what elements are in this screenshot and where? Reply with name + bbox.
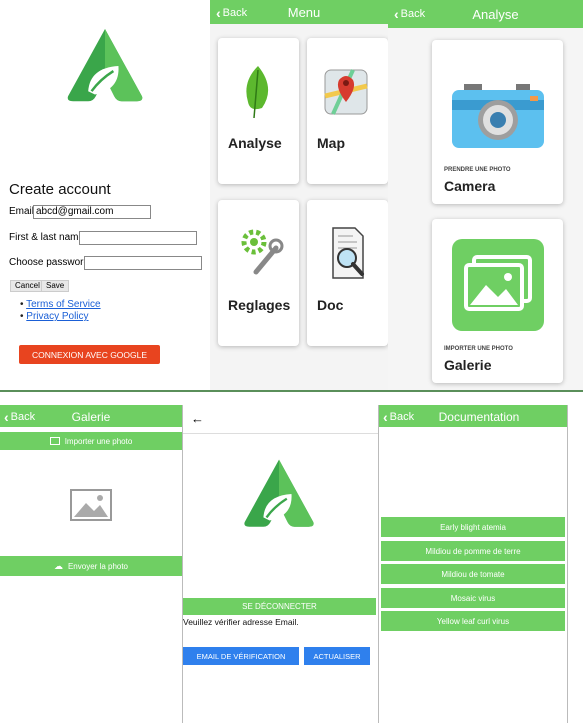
menu-screen: ‹ Back Menu Analyse Map Reglages Doc xyxy=(210,0,388,390)
page-title: Menu xyxy=(287,5,321,20)
tile-label: Map xyxy=(317,135,345,151)
name-label: First & last name xyxy=(9,232,85,243)
divider xyxy=(567,405,568,723)
logout-button[interactable]: SE DÉCONNECTER xyxy=(183,598,376,615)
menu-tile-doc[interactable]: Doc xyxy=(307,200,388,346)
send-photo-button[interactable]: ☁ Envoyer la photo xyxy=(0,556,182,576)
tile-label: Analyse xyxy=(228,135,282,151)
galerie-header: ‹ Back Galerie xyxy=(0,405,182,427)
send-label: Envoyer la photo xyxy=(67,561,129,571)
list-item[interactable]: Yellow leaf curl virus xyxy=(381,611,565,631)
page-title: Analyse xyxy=(472,7,519,22)
cancel-button[interactable]: Cancel xyxy=(10,280,45,292)
menu-header: ‹ Back Menu xyxy=(210,0,388,24)
card-label: Galerie xyxy=(444,357,492,373)
name-field[interactable] xyxy=(79,231,197,245)
verify-screen: ← SE DÉCONNECTER Veuillez vérifier adres… xyxy=(183,405,378,723)
list-item[interactable]: Mildiou de tomate xyxy=(381,564,565,584)
terms-link[interactable]: Terms of Service xyxy=(26,299,100,310)
app-logo-icon xyxy=(233,455,325,533)
menu-tile-analyse[interactable]: Analyse xyxy=(218,38,299,184)
camera-card[interactable]: PRENDRE UNE PHOTO Camera xyxy=(432,40,563,204)
tile-label: Reglages xyxy=(228,297,291,313)
analyse-screen: ‹ Back Analyse PRENDRE UNE PHOTO Camera … xyxy=(388,0,583,390)
list-item: • Terms of Service xyxy=(20,299,101,310)
card-label: Camera xyxy=(444,178,496,194)
cloud-upload-icon: ☁ xyxy=(53,560,63,571)
documentation-screen: ‹ Back Documentation Early blight atemia… xyxy=(379,405,567,723)
privacy-link[interactable]: Privacy Policy xyxy=(26,311,88,322)
map-pin-icon xyxy=(324,69,368,115)
send-verification-button[interactable]: EMAIL DE VÉRIFICATION xyxy=(183,647,299,665)
galerie-screen: ‹ Back Galerie Importer une photo ☁ Envo… xyxy=(0,405,182,723)
documentation-header: ‹ Back Documentation xyxy=(379,405,567,427)
tile-label: Doc xyxy=(317,297,344,313)
page-title: Galerie xyxy=(71,410,111,424)
save-button[interactable]: Save xyxy=(41,280,70,292)
arrow-left-icon[interactable]: ← xyxy=(191,411,204,426)
image-placeholder-icon xyxy=(70,489,112,521)
app-logo-icon xyxy=(55,24,155,108)
leaf-icon xyxy=(246,66,269,119)
email-label: Email xyxy=(9,206,35,217)
galerie-card[interactable]: IMPORTER UNE PHOTO Galerie xyxy=(432,219,563,383)
import-label: Importer une photo xyxy=(64,436,133,446)
list-item[interactable]: Mildiou de pomme de terre xyxy=(381,541,565,561)
top-bar: ← xyxy=(183,405,378,434)
image-icon xyxy=(49,437,60,445)
import-photo-button[interactable]: Importer une photo xyxy=(0,432,182,450)
camera-icon xyxy=(452,84,544,148)
list-item[interactable]: Early blight atemia xyxy=(381,517,565,537)
refresh-button[interactable]: ACTUALISER xyxy=(304,647,370,665)
signup-title: Create account xyxy=(9,181,111,198)
divider xyxy=(0,390,583,392)
password-field[interactable] xyxy=(84,256,202,270)
settings-wrench-icon xyxy=(241,229,284,275)
document-magnifier-icon xyxy=(332,227,364,279)
list-item: • Privacy Policy xyxy=(20,311,89,322)
page-title: Documentation xyxy=(438,410,520,424)
menu-tile-reglages[interactable]: Reglages xyxy=(218,200,299,346)
email-field[interactable]: abcd@gmail.com xyxy=(33,205,151,219)
gallery-icon xyxy=(452,239,544,331)
password-label: Choose password xyxy=(9,257,90,268)
google-login-button[interactable]: CONNEXION AVEC GOOGLE xyxy=(19,345,160,364)
list-item[interactable]: Mosaic virus xyxy=(381,588,565,608)
menu-tile-map[interactable]: Map xyxy=(307,38,388,184)
terms-list: • Terms of Service • Privacy Policy xyxy=(20,299,101,322)
card-caption: IMPORTER UNE PHOTO xyxy=(444,346,513,352)
card-caption: PRENDRE UNE PHOTO xyxy=(444,167,511,173)
verify-message: Veuillez vérifier adresse Email. xyxy=(183,617,299,627)
signup-screen: Create account Email abcd@gmail.com Firs… xyxy=(0,0,210,390)
analyse-header: ‹ Back Analyse xyxy=(388,0,583,28)
